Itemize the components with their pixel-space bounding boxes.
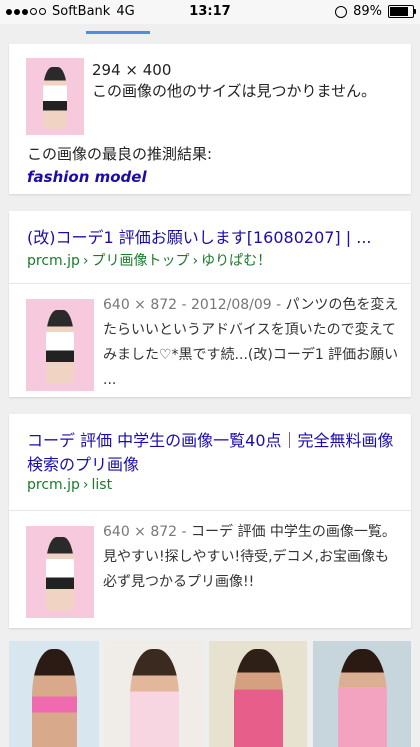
divider bbox=[9, 283, 411, 284]
result-thumbnail[interactable] bbox=[26, 299, 94, 391]
result-url[interactable]: prcm.jp › プリ画像トップ › ゆりぱむ！ bbox=[27, 250, 271, 270]
result-meta: 640 × 872 - 2012/08/09 - bbox=[103, 297, 286, 313]
divider bbox=[9, 510, 411, 511]
image-result[interactable] bbox=[9, 641, 99, 747]
result-title[interactable]: コーデ 評価 中学生の画像一覧40点｜完全無料画像検索のプリ画像 bbox=[27, 429, 397, 477]
battery-info: 89% bbox=[335, 4, 416, 19]
search-result: (改)コーデ1 評価お願いします[16080207] | ... prcm.jp… bbox=[9, 211, 411, 397]
battery-percent: 89% bbox=[353, 4, 382, 19]
url-domain: prcm.jp bbox=[27, 253, 80, 269]
image-results-strip bbox=[9, 641, 411, 747]
best-guess-label: この画像の最良の推測結果: bbox=[27, 145, 213, 163]
status-bar: SoftBank 4G 13:17 89% bbox=[0, 0, 420, 24]
battery-icon bbox=[388, 5, 416, 18]
image-result[interactable] bbox=[313, 641, 411, 747]
image-result[interactable] bbox=[209, 641, 307, 747]
rotation-lock-icon bbox=[335, 5, 348, 18]
url-breadcrumb: list bbox=[91, 477, 113, 493]
url-breadcrumb: プリ画像トップ bbox=[91, 253, 190, 269]
result-meta: 640 × 872 - bbox=[103, 524, 192, 540]
active-tab-indicator bbox=[86, 31, 150, 34]
url-domain: prcm.jp bbox=[27, 477, 80, 493]
result-url[interactable]: prcm.jp › list bbox=[27, 477, 112, 493]
best-guess-link[interactable]: fashion model bbox=[27, 168, 147, 186]
image-info-card: 294 × 400 この画像の他のサイズは見つかりません。 この画像の最良の推測… bbox=[9, 44, 411, 194]
result-snippet: 640 × 872 - コーデ 評価 中学生の画像一覧。見やすい!探しやすい!待… bbox=[103, 520, 399, 595]
url-breadcrumb: ゆりぱむ！ bbox=[201, 253, 272, 269]
search-result: コーデ 評価 中学生の画像一覧40点｜完全無料画像検索のプリ画像 prcm.jp… bbox=[9, 414, 411, 628]
image-size: 294 × 400 bbox=[92, 61, 172, 79]
image-result[interactable] bbox=[105, 641, 203, 747]
no-other-sizes-text: この画像の他のサイズは見つかりません。 bbox=[92, 82, 377, 100]
result-title[interactable]: (改)コーデ1 評価お願いします[16080207] | ... bbox=[27, 226, 372, 250]
result-snippet: 640 × 872 - 2012/08/09 - パンツの色を変えたらいいという… bbox=[103, 293, 399, 393]
query-image-thumbnail[interactable] bbox=[26, 58, 84, 135]
result-thumbnail[interactable] bbox=[26, 526, 94, 618]
